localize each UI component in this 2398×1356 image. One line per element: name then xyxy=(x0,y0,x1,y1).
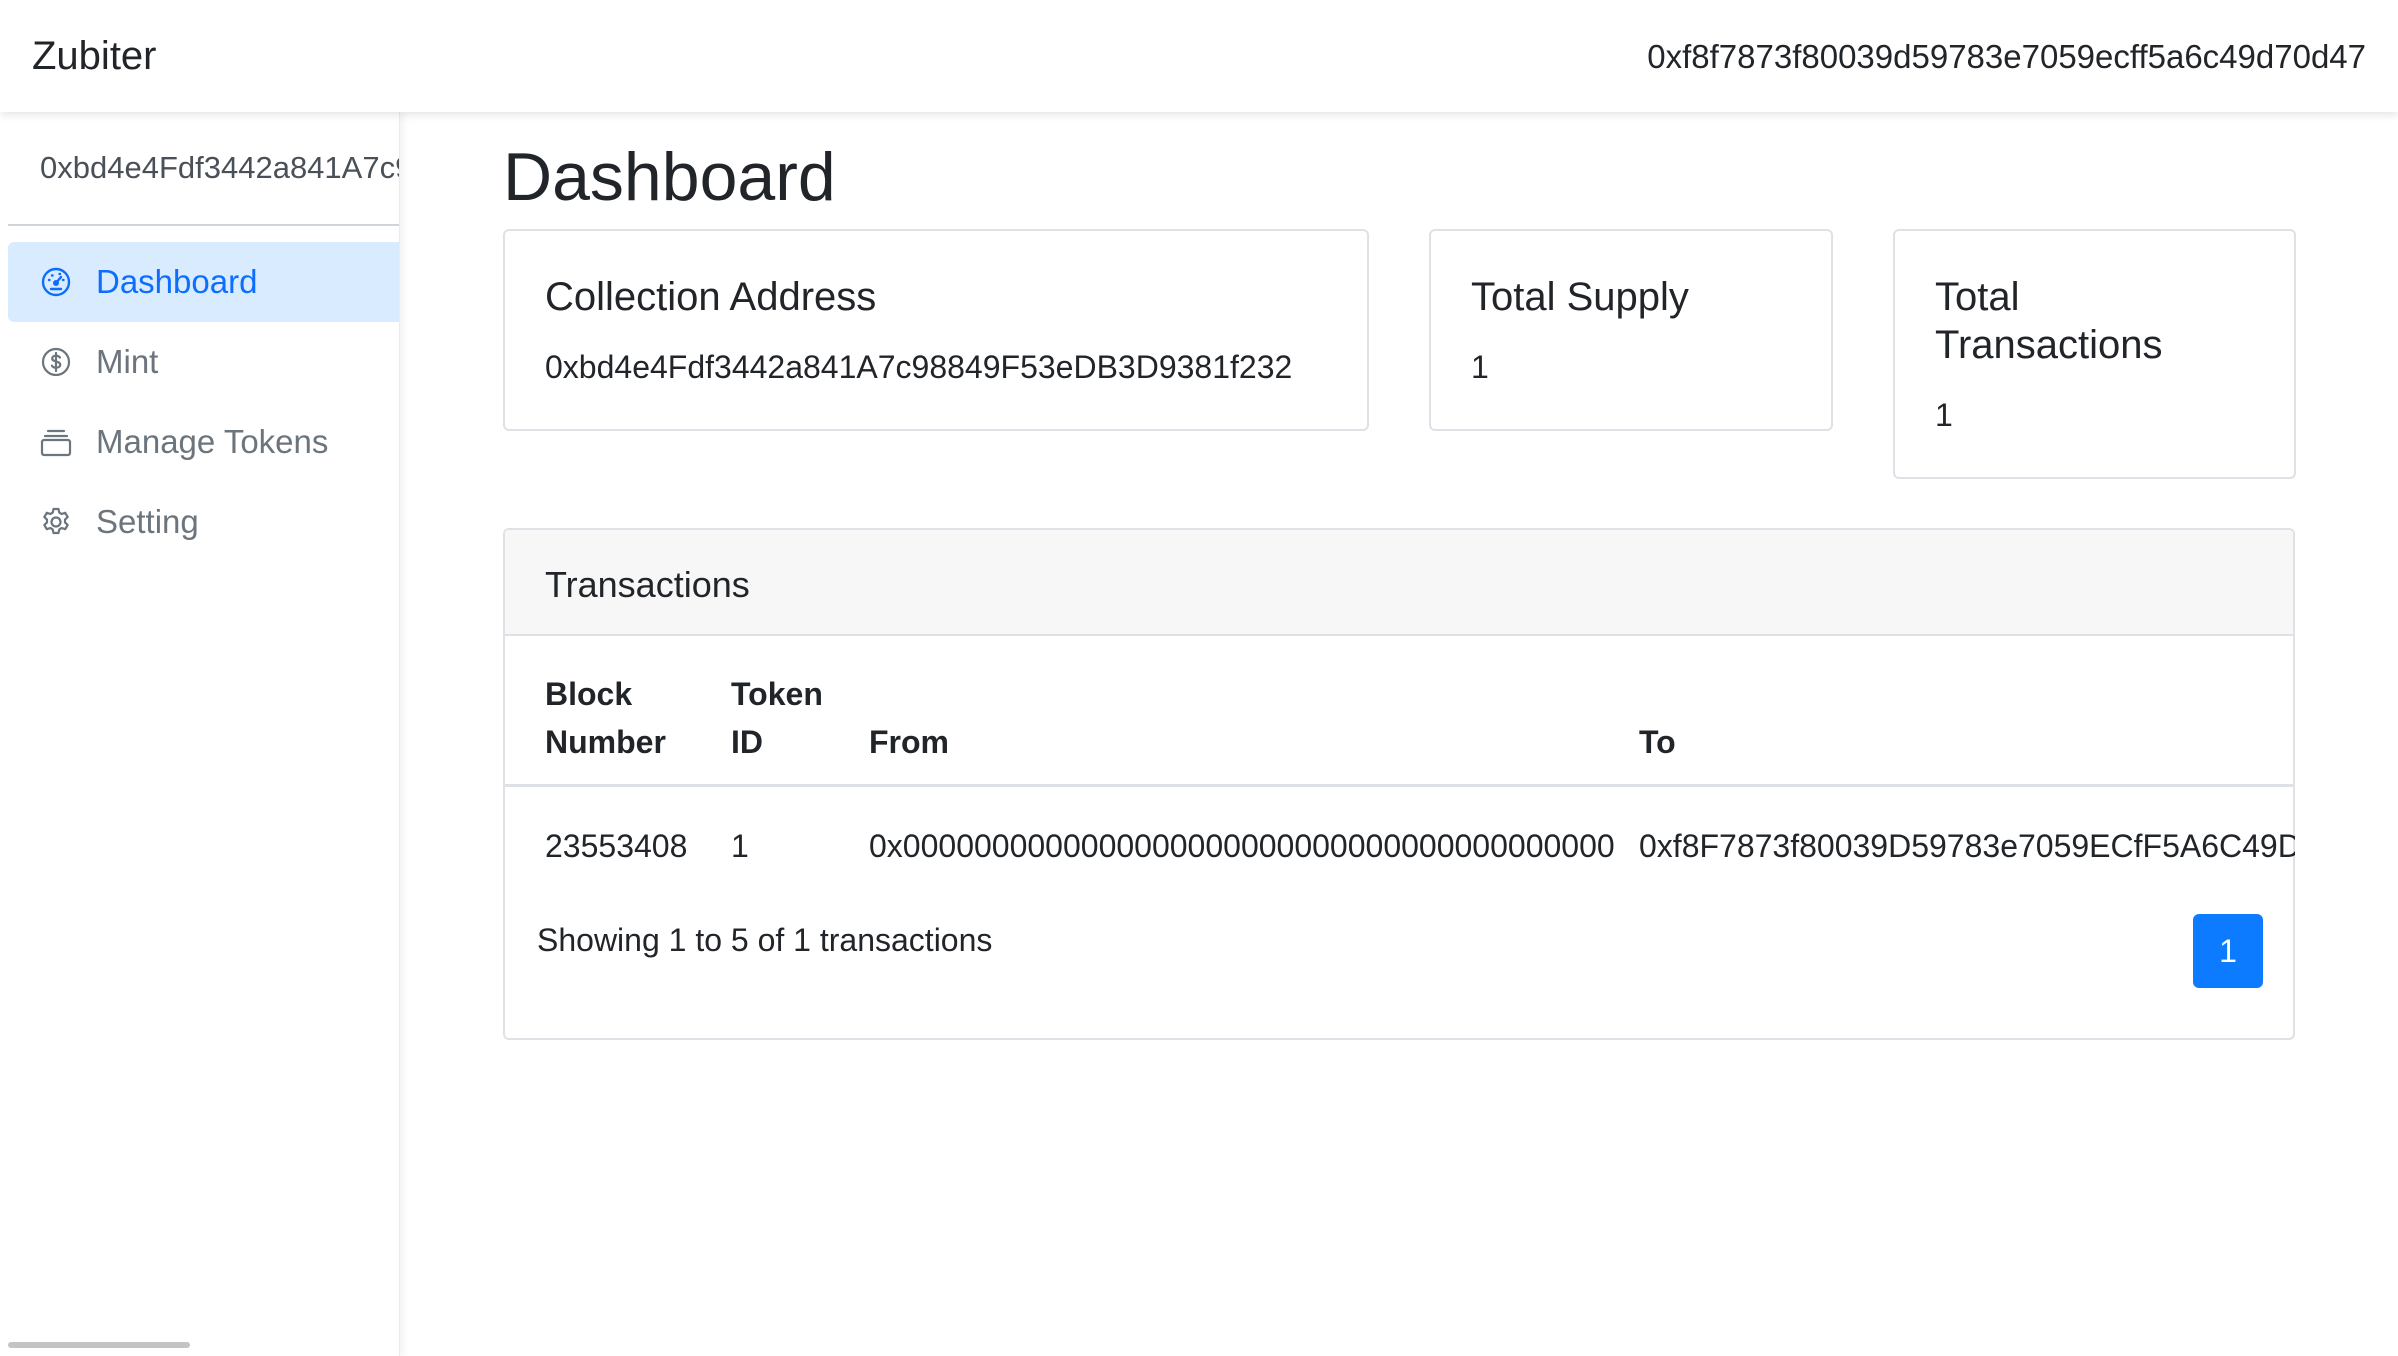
column-header-block-number[interactable]: Block Number xyxy=(545,670,666,766)
card-title: Total Supply xyxy=(1471,275,1689,319)
column-header-token-id[interactable]: Token ID xyxy=(731,670,823,766)
cell-to-address: 0xf8F7873f80039D59783e7059ECfF5A6C49D70d… xyxy=(1639,828,2295,864)
transactions-header: Transactions xyxy=(505,530,2293,636)
collection-address-card: Collection Address 0xbd4e4Fdf3442a841A7c… xyxy=(503,229,1369,431)
sidebar-item-manage-tokens[interactable]: Manage Tokens xyxy=(8,402,399,482)
column-header-from[interactable]: From xyxy=(869,718,949,766)
top-navbar: Zubiter 0xf8f7873f80039d59783e7059ecff5a… xyxy=(0,0,2398,112)
sidebar-item-label: Manage Tokens xyxy=(96,423,329,460)
transactions-card: Transactions Block Number Token ID From … xyxy=(503,528,2295,1040)
cell-token-id: 1 xyxy=(731,828,749,864)
table-header-divider xyxy=(505,784,2293,787)
column-header-line: Token xyxy=(731,676,823,712)
sidebar-item-setting[interactable]: Setting xyxy=(8,482,399,562)
gear-icon xyxy=(40,506,72,538)
card-title-line: Total xyxy=(1935,275,2020,319)
sidebar-item-label: Dashboard xyxy=(96,263,258,300)
dollar-circle-icon xyxy=(40,346,72,378)
page-title: Dashboard xyxy=(503,139,836,215)
transactions-title: Transactions xyxy=(545,564,750,605)
sidebar-item-label: Mint xyxy=(96,343,159,380)
total-transactions-value: 1 xyxy=(1935,397,1953,433)
total-transactions-card: Total Transactions 1 xyxy=(1893,229,2296,479)
sidebar-divider xyxy=(8,224,399,226)
collection-icon xyxy=(40,426,72,458)
cell-from-address: 0x00000000000000000000000000000000000000… xyxy=(869,828,1615,864)
cell-block-number: 23553408 xyxy=(545,828,688,864)
sidebar: 0xbd4e4Fdf3442a841A7c98849F53eDB3D9381f2… xyxy=(0,112,400,1356)
sidebar-item-label: Setting xyxy=(96,503,199,540)
collection-address-value: 0xbd4e4Fdf3442a841A7c98849F53eDB3D9381f2… xyxy=(545,349,1293,385)
column-header-line: Block xyxy=(545,676,633,712)
sidebar-scrollbar[interactable] xyxy=(8,1342,190,1348)
pagination-page-button[interactable]: 1 xyxy=(2193,914,2263,988)
column-header-line: ID xyxy=(731,724,763,760)
speedometer-icon xyxy=(40,266,72,298)
column-header-line: Number xyxy=(545,724,666,760)
pagination-info: Showing 1 to 5 of 1 transactions xyxy=(537,922,993,958)
total-supply-card: Total Supply 1 xyxy=(1429,229,1833,431)
sidebar-item-dashboard[interactable]: Dashboard xyxy=(8,242,399,322)
card-title: Collection Address xyxy=(545,275,877,319)
account-address: 0xf8f7873f80039d59783e7059ecff5a6c49d70d… xyxy=(1647,38,2366,75)
brand-logo-text[interactable]: Zubiter xyxy=(32,34,157,79)
column-header-to[interactable]: To xyxy=(1639,718,1676,766)
total-supply-value: 1 xyxy=(1471,349,1489,385)
card-title: Total Transactions xyxy=(1935,273,2163,369)
sidebar-item-mint[interactable]: Mint xyxy=(8,322,399,402)
card-title-line: Transactions xyxy=(1935,323,2163,367)
sidebar-collection-address: 0xbd4e4Fdf3442a841A7c98849F53eDB3D9381f2… xyxy=(40,150,399,185)
